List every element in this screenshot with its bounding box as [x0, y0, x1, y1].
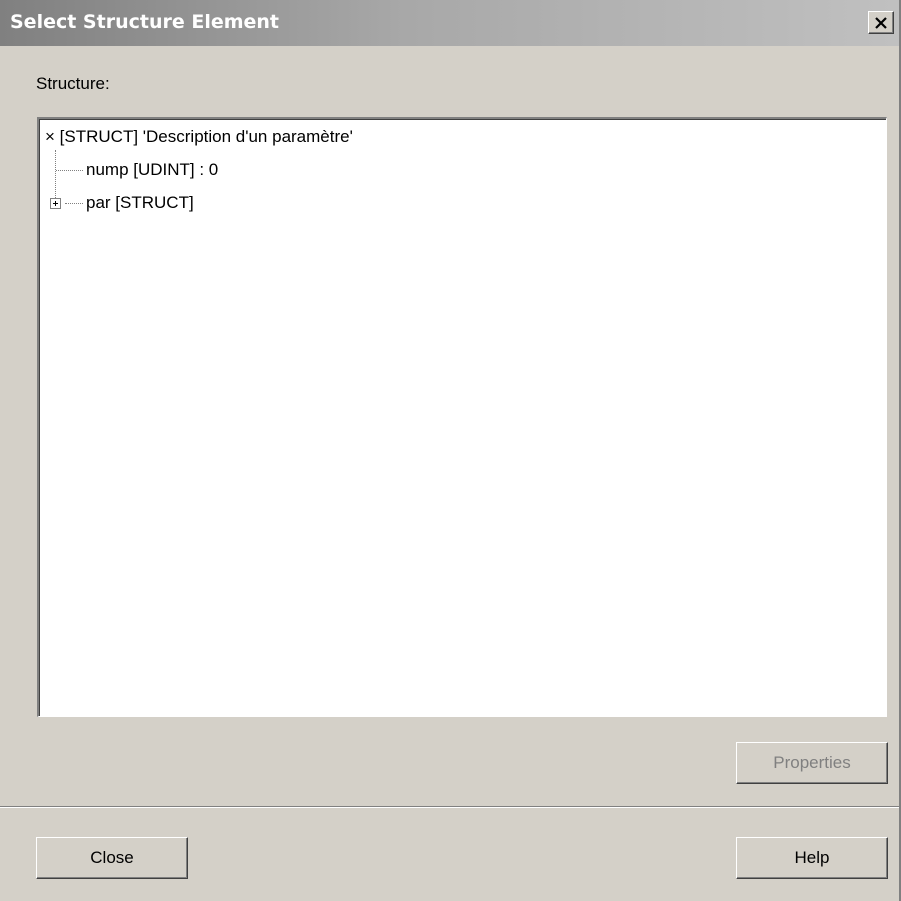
close-button-label: Close: [90, 848, 134, 867]
structure-label: Structure:: [36, 74, 110, 93]
root-x-icon: ×: [45, 127, 55, 146]
title-bar[interactable]: Select Structure Element: [0, 0, 899, 46]
close-button[interactable]: Close: [36, 837, 188, 879]
structure-tree[interactable]: × [STRUCT] 'Description d'un paramètre' …: [37, 117, 887, 717]
select-structure-element-dialog: Select Structure Element Structure: × [S…: [0, 0, 901, 901]
tree-node-root[interactable]: × [STRUCT] 'Description d'un paramètre': [45, 127, 353, 147]
separator: [0, 806, 899, 808]
tree-node-root-label: [STRUCT] 'Description d'un paramètre': [59, 127, 353, 146]
plus-box-icon[interactable]: [50, 198, 61, 209]
window-title: Select Structure Element: [10, 11, 280, 33]
tree-connector-line: [55, 150, 56, 200]
help-button[interactable]: Help: [736, 837, 888, 879]
tree-node-label: nump [UDINT] : 0: [86, 160, 219, 179]
tree-node-nump[interactable]: nump [UDINT] : 0: [86, 160, 218, 180]
tree-node-par[interactable]: par [STRUCT]: [86, 193, 194, 213]
tree-connector-line: [56, 170, 83, 171]
window-close-button[interactable]: [868, 11, 894, 34]
close-x-icon: [875, 16, 887, 29]
tree-connector-line: [65, 203, 83, 204]
properties-button[interactable]: Properties: [736, 742, 888, 784]
help-button-label: Help: [794, 848, 830, 867]
tree-node-label: par [STRUCT]: [86, 193, 194, 212]
properties-button-label: Properties: [773, 753, 851, 772]
